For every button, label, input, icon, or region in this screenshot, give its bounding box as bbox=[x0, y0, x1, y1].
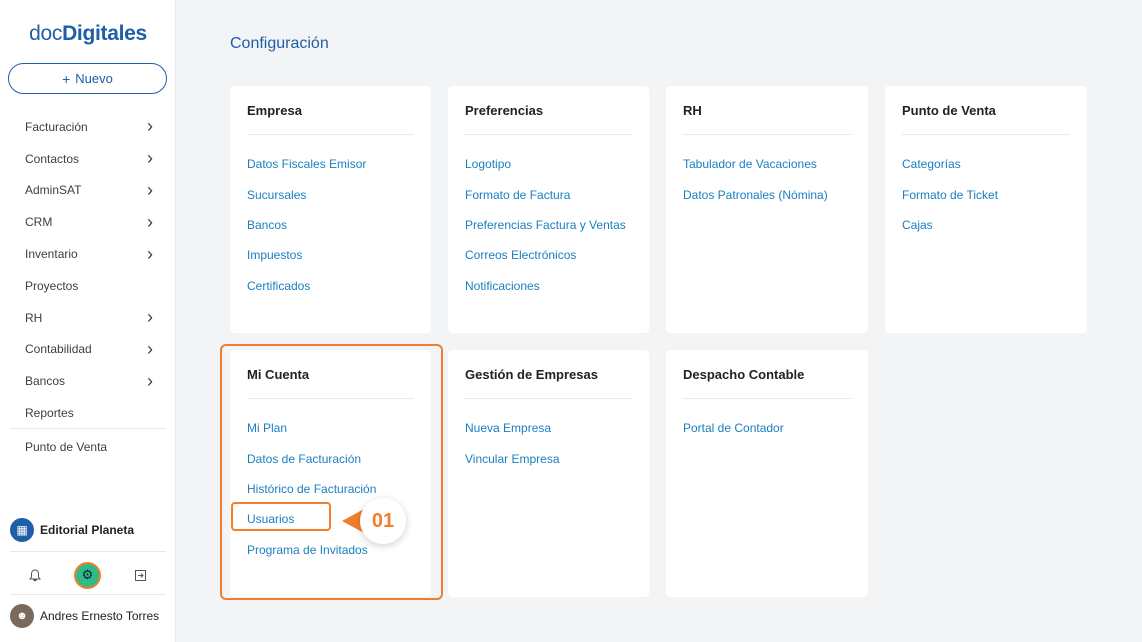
nav-divider bbox=[10, 428, 166, 429]
link-tabulador-de-vacaciones[interactable]: Tabulador de Vacaciones bbox=[683, 149, 851, 179]
link-impuestos[interactable]: Impuestos bbox=[247, 240, 414, 270]
chevron-right-icon: › bbox=[147, 116, 153, 137]
link-nueva-empresa[interactable]: Nueva Empresa bbox=[465, 413, 632, 443]
app-logo[interactable]: docDigitales bbox=[0, 22, 176, 46]
card-preferencias: Preferencias Logotipo Formato de Factura Pr… bbox=[448, 86, 649, 333]
highlight-usuarios-link bbox=[231, 502, 331, 531]
highlight-mi-cuenta-card bbox=[220, 344, 443, 600]
new-button-label: Nuevo bbox=[75, 71, 113, 86]
card-title: RH bbox=[683, 102, 702, 118]
card-links: Portal de Contador bbox=[666, 399, 868, 443]
user-name: Andres Ernesto Torres bbox=[40, 609, 160, 623]
sidebar: docDigitales + Nuevo Facturación › Contact… bbox=[0, 0, 176, 642]
link-preferencias-factura-y-ventas[interactable]: Preferencias Factura y Ventas bbox=[465, 210, 632, 240]
chevron-right-icon: › bbox=[147, 243, 153, 264]
company-divider bbox=[10, 551, 166, 552]
card-despacho-contable: Despacho Contable Portal de Contador bbox=[666, 350, 868, 597]
sidebar-item-contactos[interactable]: Contactos › bbox=[0, 143, 176, 175]
gear-icon[interactable]: ⚙ bbox=[73, 561, 101, 589]
sidebar-item-label: AdminSAT bbox=[25, 183, 82, 198]
link-sucursales[interactable]: Sucursales bbox=[247, 179, 414, 209]
sidebar-item-label: Contabilidad bbox=[25, 342, 92, 357]
sidebar-item-facturaci-n[interactable]: Facturación › bbox=[0, 111, 176, 143]
link-bancos[interactable]: Bancos bbox=[247, 210, 414, 240]
link-portal-de-contador[interactable]: Portal de Contador bbox=[683, 413, 851, 443]
user-profile[interactable]: ☻ Andres Ernesto Torres bbox=[10, 604, 159, 628]
chevron-right-icon: › bbox=[147, 211, 153, 232]
card-title: Empresa bbox=[247, 102, 302, 118]
link-categorias[interactable]: Categorías bbox=[902, 149, 1070, 179]
card-gestion-de-empresas: Gestión de Empresas Nueva Empresa Vincular… bbox=[448, 350, 649, 597]
link-datos-patronales-nomina-[interactable]: Datos Patronales (Nómina) bbox=[683, 179, 851, 209]
chevron-right-icon: › bbox=[147, 307, 153, 328]
sidebar-item-proyectos[interactable]: Proyectos bbox=[0, 270, 176, 302]
bell-icon[interactable] bbox=[28, 568, 41, 582]
link-formato-de-ticket[interactable]: Formato de Ticket bbox=[902, 179, 1070, 209]
sidebar-item-crm[interactable]: CRM › bbox=[0, 206, 176, 238]
page-title: Configuración bbox=[230, 35, 329, 52]
card-title: Despacho Contable bbox=[683, 366, 805, 382]
link-logotipo[interactable]: Logotipo bbox=[465, 149, 632, 179]
card-links: Tabulador de Vacaciones Datos Patronales … bbox=[666, 135, 868, 210]
sidebar-item-label: Bancos bbox=[25, 374, 66, 389]
sidebar-item-bancos[interactable]: Bancos › bbox=[0, 365, 176, 397]
card-empresa: Empresa Datos Fiscales Emisor Sucursales Ba… bbox=[230, 86, 431, 333]
link-formato-de-factura[interactable]: Formato de Factura bbox=[465, 179, 632, 209]
new-button[interactable]: + Nuevo bbox=[8, 63, 167, 94]
card-title: Gestión de Empresas bbox=[465, 366, 598, 382]
step-number: 01 bbox=[360, 498, 406, 544]
sidebar-item-label: Inventario bbox=[25, 247, 78, 262]
card-title: Preferencias bbox=[465, 102, 544, 118]
company-selector[interactable]: ▦ Editorial Planeta bbox=[10, 518, 134, 542]
sidebar-icon-row: ⚙ bbox=[0, 558, 176, 592]
sidebar-nav: Facturación › Contactos › AdminSAT › CRM › Inven… bbox=[0, 111, 176, 463]
card-rh: RH Tabulador de Vacaciones Datos Patronale… bbox=[666, 86, 868, 333]
logo-name: Digitales bbox=[62, 22, 147, 45]
avatar: ☻ bbox=[10, 604, 34, 628]
link-correos-electronicos[interactable]: Correos Electrónicos bbox=[465, 240, 632, 270]
link-certificados[interactable]: Certificados bbox=[247, 271, 414, 301]
sidebar-item-label: Proyectos bbox=[25, 278, 79, 293]
card-links: Categorías Formato de Ticket Cajas bbox=[885, 135, 1087, 240]
sidebar-item-label: Contactos bbox=[25, 151, 80, 166]
icons-divider bbox=[10, 594, 166, 595]
sidebar-item-label: Facturación bbox=[25, 119, 88, 134]
sidebar-item-label: CRM bbox=[25, 215, 53, 230]
sidebar-item-label: Punto de Venta bbox=[25, 439, 108, 454]
chevron-right-icon: › bbox=[147, 338, 153, 359]
sidebar-item-inventario[interactable]: Inventario › bbox=[0, 238, 176, 270]
sidebar-item-punto-de-venta[interactable]: Punto de Venta bbox=[0, 431, 176, 463]
card-links: Datos Fiscales Emisor Sucursales Bancos Imp… bbox=[230, 135, 431, 301]
card-title: Punto de Venta bbox=[902, 102, 996, 118]
link-notificaciones[interactable]: Notificaciones bbox=[465, 271, 632, 301]
sidebar-item-label: Reportes bbox=[25, 406, 74, 421]
chevron-right-icon: › bbox=[147, 148, 153, 169]
company-name: Editorial Planeta bbox=[40, 523, 135, 537]
step-badge: 01 bbox=[342, 498, 412, 544]
card-links: Logotipo Formato de Factura Preferencias F… bbox=[448, 135, 649, 301]
link-datos-fiscales-emisor[interactable]: Datos Fiscales Emisor bbox=[247, 149, 414, 179]
sidebar-item-reportes[interactable]: Reportes bbox=[0, 397, 176, 429]
sidebar-item-contabilidad[interactable]: Contabilidad › bbox=[0, 334, 176, 366]
card-links: Nueva Empresa Vincular Empresa bbox=[448, 399, 649, 474]
plus-icon: + bbox=[62, 70, 71, 87]
logout-icon[interactable] bbox=[134, 569, 147, 582]
sidebar-item-adminsat[interactable]: AdminSAT › bbox=[0, 175, 176, 207]
card-punto-de-venta: Punto de Venta Categorías Formato de Ticke… bbox=[885, 86, 1087, 333]
link-vincular-empresa[interactable]: Vincular Empresa bbox=[465, 443, 632, 473]
chevron-right-icon: › bbox=[147, 370, 153, 391]
building-icon: ▦ bbox=[10, 518, 34, 542]
sidebar-item-label: RH bbox=[25, 310, 43, 325]
chevron-right-icon: › bbox=[147, 179, 153, 200]
sidebar-item-rh[interactable]: RH › bbox=[0, 302, 176, 334]
logo-prefix: doc bbox=[29, 22, 63, 45]
link-cajas[interactable]: Cajas bbox=[902, 210, 1070, 240]
